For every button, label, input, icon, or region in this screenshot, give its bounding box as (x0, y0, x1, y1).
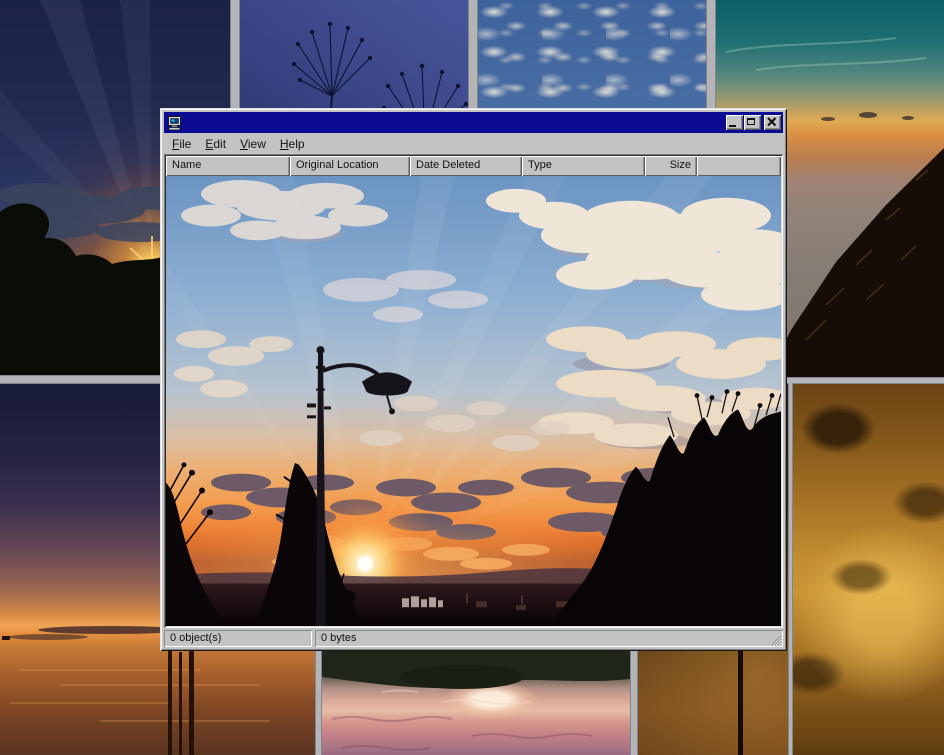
column-header-size[interactable]: Size (645, 156, 697, 176)
file-list-view[interactable]: Name Original Location Date Deleted Type… (164, 154, 783, 628)
close-icon (766, 117, 778, 127)
titlebar[interactable] (164, 112, 783, 133)
minimize-icon (729, 125, 736, 127)
menu-help[interactable]: Help (273, 135, 312, 153)
status-size: 0 bytes (315, 630, 783, 647)
status-bar: 0 object(s) 0 bytes (164, 630, 783, 647)
column-header-original-location[interactable]: Original Location (290, 156, 410, 176)
column-header-type[interactable]: Type (522, 156, 645, 176)
resize-grip[interactable] (769, 633, 782, 646)
maximize-button[interactable] (744, 115, 761, 130)
maximize-icon (747, 118, 755, 125)
column-header-blank (697, 156, 781, 176)
menu-view[interactable]: View (233, 135, 273, 153)
column-header-name[interactable]: Name (166, 156, 290, 176)
computer-icon[interactable] (167, 115, 183, 131)
recycle-bin-window: File Edit View Help Name Original Locati… (160, 108, 787, 651)
menu-file[interactable]: File (165, 135, 198, 153)
wallpaper-tile-golden-blur (793, 384, 944, 755)
street-lamp-sunset-photo (166, 176, 781, 626)
close-button[interactable] (764, 115, 781, 130)
menu-edit[interactable]: Edit (198, 135, 233, 153)
column-header-row: Name Original Location Date Deleted Type… (166, 156, 781, 176)
menu-bar: File Edit View Help (164, 133, 783, 154)
column-header-date-deleted[interactable]: Date Deleted (410, 156, 522, 176)
sunset-photo-art (166, 176, 781, 626)
status-object-count: 0 object(s) (164, 630, 312, 647)
minimize-button[interactable] (726, 115, 743, 130)
desktop: File Edit View Help Name Original Locati… (0, 0, 944, 755)
